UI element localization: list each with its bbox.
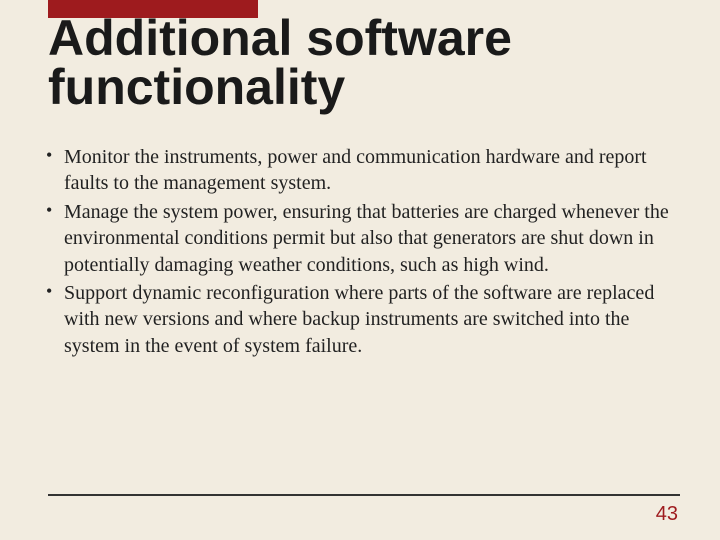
bullet-text: Support dynamic reconfiguration where pa… — [64, 282, 654, 357]
title-line-2: functionality — [48, 59, 345, 115]
page-number: 43 — [656, 503, 678, 526]
slide-title: Additional software functionality — [48, 14, 512, 112]
bullet-list: Monitor the instruments, power and commu… — [40, 144, 684, 361]
bullet-text: Monitor the instruments, power and commu… — [64, 146, 647, 194]
bullet-text: Manage the system power, ensuring that b… — [64, 201, 669, 276]
footer-divider — [48, 494, 680, 496]
list-item: Monitor the instruments, power and commu… — [40, 144, 684, 197]
list-item: Support dynamic reconfiguration where pa… — [40, 280, 684, 359]
list-item: Manage the system power, ensuring that b… — [40, 199, 684, 278]
title-line-1: Additional software — [48, 10, 512, 66]
